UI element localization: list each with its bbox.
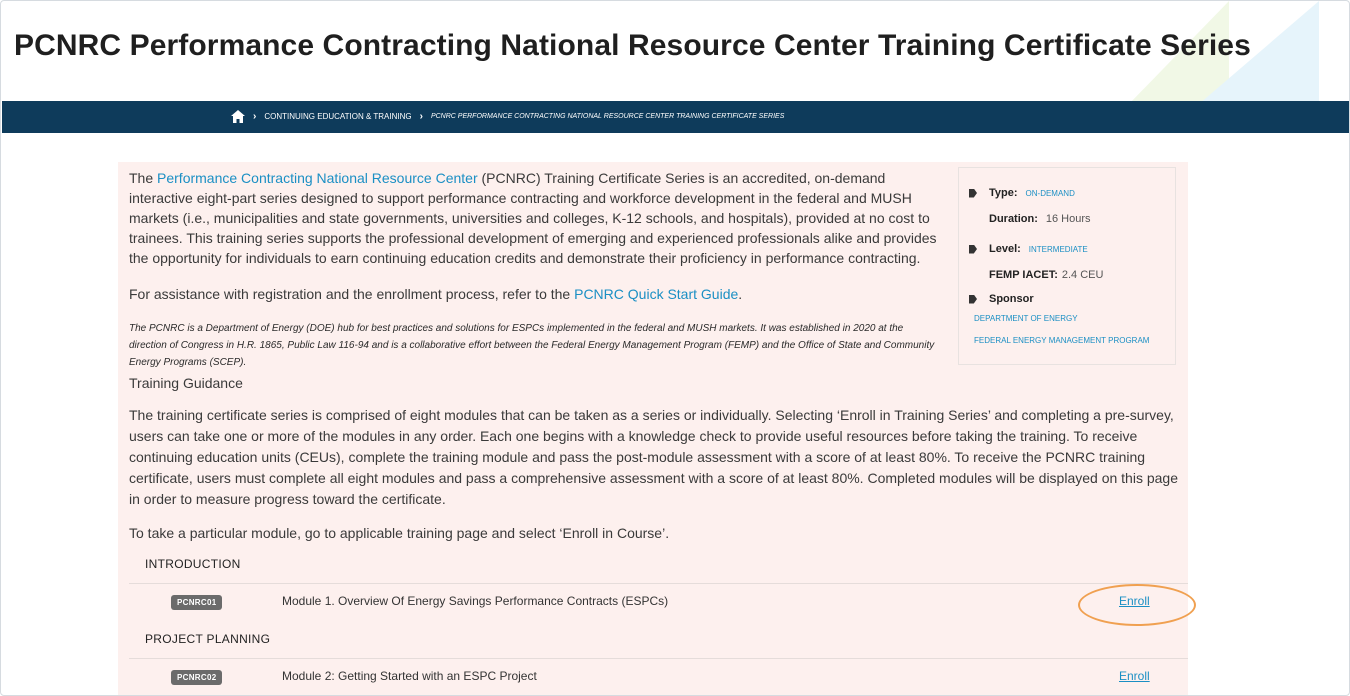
section-heading-project-planning: PROJECT PLANNING <box>145 632 271 646</box>
divider <box>129 583 1188 584</box>
intro-paragraph: The Performance Contracting National Res… <box>129 168 939 268</box>
page-frame: PCNRC Performance Contracting National R… <box>0 0 1350 696</box>
tag-icon <box>969 295 981 304</box>
type-row: Type: ON-DEMAND <box>969 187 1075 199</box>
duration-label: Duration: <box>989 213 1038 225</box>
level-label: Level: <box>989 243 1021 255</box>
home-icon[interactable] <box>231 110 245 123</box>
module-title: Module 1. Overview Of Energy Savings Per… <box>282 594 669 608</box>
course-info-sidebar: Type: ON-DEMAND Duration: 16 Hours Level… <box>958 167 1176 365</box>
tag-icon <box>969 245 981 254</box>
level-row: Level: INTERMEDIATE <box>969 243 1088 255</box>
assist-text-post: . <box>738 286 743 302</box>
section-heading-introduction: INTRODUCTION <box>145 557 241 571</box>
femp-value: 2.4 CEU <box>1061 269 1104 281</box>
intro-text-pre: The <box>129 170 158 186</box>
enroll-link[interactable]: Enroll <box>1119 669 1150 683</box>
module-row: PCNRC01 Module 1. Overview Of Energy Sav… <box>129 585 1188 621</box>
take-module-text: To take a particular module, go to appli… <box>129 525 670 541</box>
assistance-paragraph: For assistance with registration and the… <box>129 286 742 302</box>
chevron-right-icon: › <box>419 111 423 122</box>
level-value-link[interactable]: INTERMEDIATE <box>1029 245 1088 254</box>
module-title: Module 2: Getting Started with an ESPC P… <box>282 669 537 683</box>
femp-row: FEMP IACET: 2.4 CEU <box>989 269 1103 281</box>
module-code-badge: PCNRC02 <box>171 670 223 685</box>
assist-text-pre: For assistance with registration and the… <box>129 286 575 302</box>
sponsor-link-doe[interactable]: DEPARTMENT OF ENERGY <box>974 314 1078 323</box>
training-guidance-text: The training certificate series is compr… <box>129 407 1178 507</box>
page-title: PCNRC Performance Contracting National R… <box>14 29 1251 62</box>
femp-label: FEMP IACET: <box>989 269 1058 281</box>
duration-value: 16 Hours <box>1045 213 1091 225</box>
main-content: The Performance Contracting National Res… <box>118 162 1188 695</box>
divider <box>129 658 1188 659</box>
pcnrc-link[interactable]: Performance Contracting National Resourc… <box>157 170 478 186</box>
breadcrumb-continuing-education[interactable]: CONTINUING EDUCATION & TRAINING <box>264 112 411 121</box>
module-code-badge: PCNRC01 <box>171 595 223 610</box>
quick-start-guide-link[interactable]: PCNRC Quick Start Guide <box>574 286 738 302</box>
sponsor-link-femp[interactable]: FEDERAL ENERGY MANAGEMENT PROGRAM <box>974 336 1149 345</box>
type-value-link[interactable]: ON-DEMAND <box>1026 189 1075 198</box>
module-row: PCNRC02 Module 2: Getting Started with a… <box>129 660 1188 695</box>
breadcrumb-current: PCNRC PERFORMANCE CONTRACTING NATIONAL R… <box>430 113 785 120</box>
enroll-highlight-ellipse <box>1078 584 1196 626</box>
breadcrumb: › CONTINUING EDUCATION & TRAINING › PCNR… <box>2 101 1349 133</box>
sponsor-row: Sponsor <box>969 293 1042 305</box>
chevron-right-icon: › <box>253 111 257 122</box>
training-guidance-heading: Training Guidance <box>129 375 243 391</box>
sponsor-label: Sponsor <box>989 293 1034 305</box>
tag-icon <box>969 189 981 198</box>
type-label: Type: <box>989 187 1018 199</box>
duration-row: Duration: 16 Hours <box>989 213 1091 225</box>
doe-note: The PCNRC is a Department of Energy (DOE… <box>129 323 935 368</box>
